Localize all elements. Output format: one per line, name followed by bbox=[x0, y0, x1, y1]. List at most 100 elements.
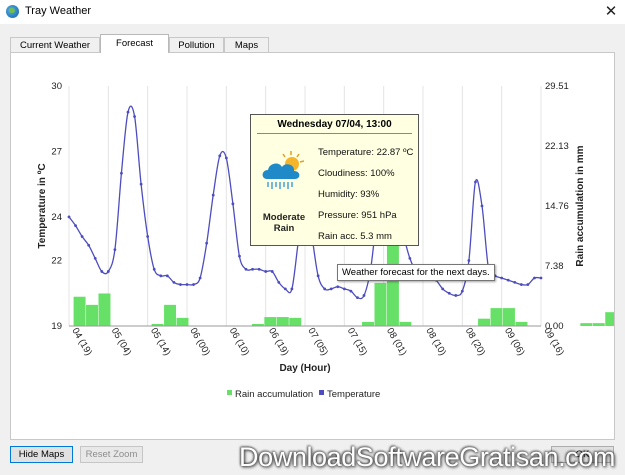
x-tick-label: 07 (15) bbox=[345, 326, 370, 358]
temperature-point bbox=[283, 287, 287, 291]
temperature-point bbox=[257, 267, 261, 271]
tab-current-weather[interactable]: Current Weather bbox=[10, 37, 100, 52]
rain-bar bbox=[478, 318, 491, 326]
chart-legend: Rain accumulation Temperature bbox=[227, 389, 380, 400]
reset-zoom-button[interactable]: Reset Zoom bbox=[80, 446, 143, 463]
y-left-tick-label: 24 bbox=[51, 212, 62, 223]
hide-maps-button[interactable]: Hide Maps bbox=[10, 446, 73, 463]
popup-divider bbox=[257, 133, 412, 134]
rain-bar bbox=[374, 282, 387, 326]
window-title: Tray Weather bbox=[25, 5, 92, 17]
rain-bar bbox=[490, 308, 503, 326]
y-left-tick-label: 30 bbox=[51, 81, 62, 92]
tab-forecast[interactable]: Forecast bbox=[100, 34, 169, 53]
rain-bar bbox=[176, 317, 189, 326]
rain-bar bbox=[386, 236, 399, 326]
chart-tooltip: Weather forecast for the next days. bbox=[337, 264, 495, 281]
temperature-point bbox=[526, 283, 530, 286]
temperature-point bbox=[205, 241, 209, 245]
y-right-tick-label: 29.51 bbox=[545, 81, 569, 92]
x-tick-label: 06 (19) bbox=[266, 326, 291, 358]
x-tick-label: 08 (01) bbox=[384, 326, 409, 358]
temperature-point bbox=[270, 270, 274, 273]
y-left-tick-label: 22 bbox=[51, 256, 62, 267]
rain-bar bbox=[580, 323, 593, 326]
forecast-chart[interactable]: 04 (19) 05 (04) 05 (14) 06 (00) 06 (10) 06 (1… bbox=[11, 53, 614, 439]
temperature-point bbox=[513, 280, 517, 284]
temperature-point bbox=[159, 274, 163, 278]
rain-bar bbox=[502, 308, 515, 326]
temperature-point bbox=[349, 289, 353, 293]
y-right-tick-label: 14.76 bbox=[545, 201, 569, 212]
rain-bar bbox=[289, 317, 302, 326]
temperature-point bbox=[74, 224, 77, 228]
popup-cloudiness: Cloudiness: 100% bbox=[318, 168, 395, 179]
y-axis-right-title: Rain accumulation in mm bbox=[575, 145, 586, 266]
temperature-point bbox=[519, 283, 523, 286]
rain-bar bbox=[592, 323, 605, 326]
watermark-text: DownloadSoftwareGratisan.com bbox=[239, 442, 615, 472]
temperature-point bbox=[126, 110, 130, 114]
temperature-point bbox=[533, 276, 536, 280]
temperature-point bbox=[185, 283, 189, 286]
rain-bar bbox=[98, 293, 111, 326]
temperature-point bbox=[238, 254, 241, 258]
temperature-point bbox=[342, 287, 346, 291]
temperature-point bbox=[460, 289, 464, 293]
temperature-point bbox=[500, 276, 504, 280]
x-axis-title: Day (Hour) bbox=[279, 363, 330, 374]
temperature-point bbox=[231, 202, 235, 206]
temperature-point bbox=[80, 235, 84, 238]
y-right-tick-label: 7.38 bbox=[545, 261, 564, 272]
temperature-point bbox=[139, 182, 143, 186]
tab-maps[interactable]: Maps bbox=[224, 37, 269, 52]
forecast-panel: 04 (19) 05 (04) 05 (14) 06 (00) 06 (10) 06 (1… bbox=[10, 52, 615, 440]
rain-cloud-sun-icon bbox=[262, 151, 305, 189]
legend-rain-swatch bbox=[227, 390, 232, 395]
temperature-point bbox=[192, 283, 195, 286]
temperature-point bbox=[120, 171, 123, 175]
temperature-point bbox=[198, 276, 202, 280]
rain-bar bbox=[86, 304, 98, 326]
x-tick-label: 05 (04) bbox=[109, 326, 134, 358]
temperature-point bbox=[408, 256, 412, 260]
temperature-point bbox=[211, 193, 215, 197]
temperature-point bbox=[152, 267, 156, 271]
close-button[interactable]: ✕ bbox=[597, 0, 625, 24]
temperature-point bbox=[165, 274, 169, 278]
legend-temperature-swatch bbox=[319, 390, 324, 395]
temperature-point bbox=[251, 267, 254, 271]
temperature-point bbox=[356, 296, 359, 300]
temperature-point bbox=[133, 115, 136, 118]
popup-rain-acc: Rain acc. 5.3 mm bbox=[318, 231, 392, 242]
popup-temperature: Temperature: 22.87 ºC bbox=[318, 147, 414, 158]
rain-bar bbox=[362, 321, 374, 326]
x-tick-label: 08 (20) bbox=[463, 326, 488, 358]
x-tick-label: 05 (14) bbox=[148, 326, 173, 358]
temperature-point bbox=[113, 248, 117, 252]
temperature-point bbox=[329, 287, 333, 291]
temperature-point bbox=[218, 154, 222, 158]
temperature-point bbox=[244, 267, 248, 271]
popup-humidity: Humidity: 93% bbox=[318, 189, 380, 200]
x-tick-label: 08 (10) bbox=[423, 326, 448, 358]
y-right-tick-label: 0.00 bbox=[545, 321, 564, 332]
temperature-point bbox=[506, 278, 510, 282]
y-left-tick-label: 19 bbox=[51, 321, 62, 332]
globe-icon bbox=[6, 5, 19, 18]
rain-bar bbox=[399, 321, 412, 326]
temperature-point bbox=[277, 280, 281, 284]
temperature-point bbox=[539, 276, 543, 280]
weather-condition-label: Moderate Rain bbox=[262, 212, 306, 234]
tab-pollution[interactable]: Pollution bbox=[169, 37, 224, 52]
x-tick-label: 07 (05) bbox=[305, 326, 330, 358]
legend-temperature-label: Temperature bbox=[327, 389, 380, 400]
temperature-point bbox=[336, 285, 340, 289]
temperature-point bbox=[474, 180, 477, 184]
temperature-point bbox=[172, 280, 176, 284]
x-tick-label: 04 (19) bbox=[69, 326, 94, 358]
popup-pressure: Pressure: 951 hPa bbox=[318, 210, 397, 221]
temperature-point bbox=[467, 259, 471, 262]
rain-bar bbox=[515, 321, 528, 326]
temperature-point bbox=[224, 156, 228, 160]
